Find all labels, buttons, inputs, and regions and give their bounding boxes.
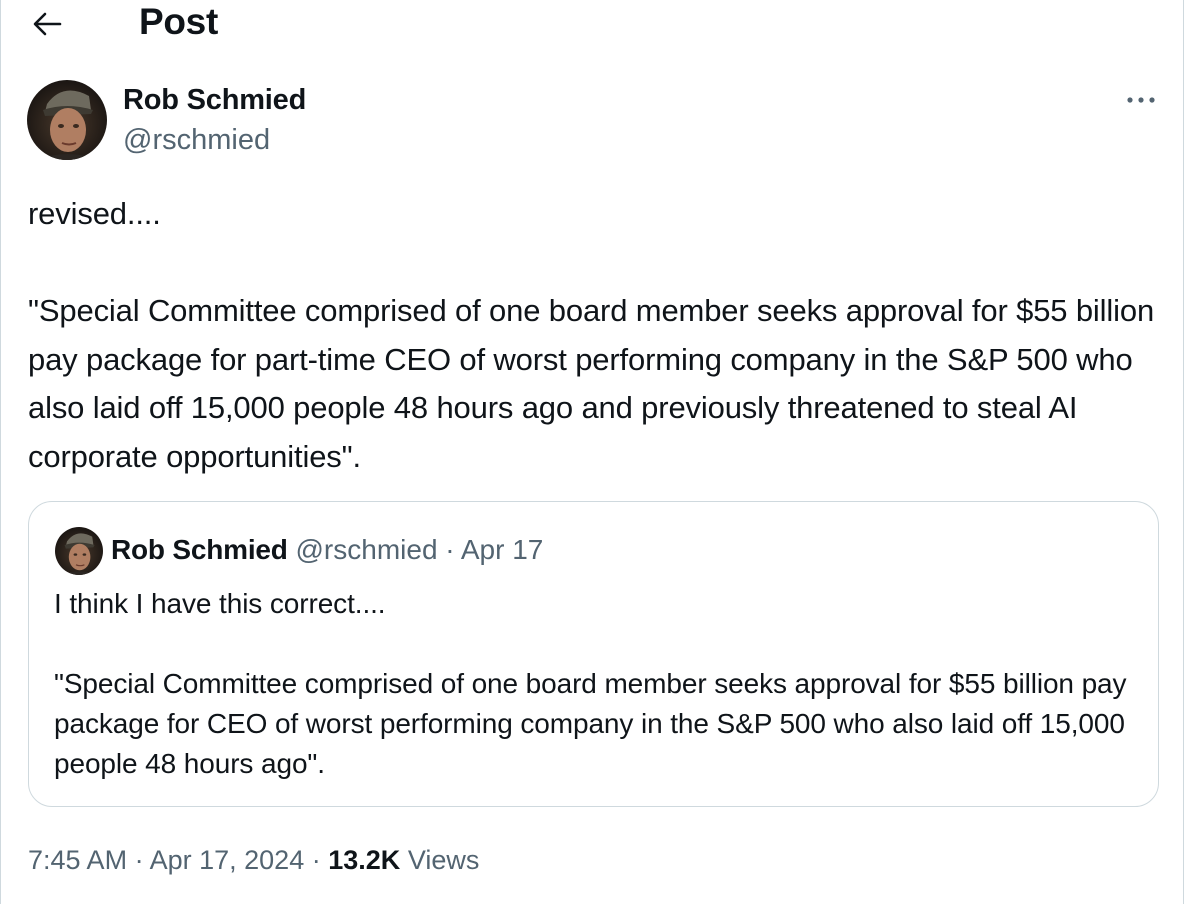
author-name[interactable]: Rob Schmied (123, 82, 306, 118)
views-label: Views (407, 845, 480, 875)
more-options-button[interactable] (1119, 86, 1163, 114)
arrow-left-icon (33, 12, 62, 36)
quoted-author-handle: @rschmied (295, 534, 438, 565)
views-count[interactable]: 13.2K (328, 845, 400, 875)
footer-separator: · (311, 845, 321, 875)
quoted-tweet-header: Rob Schmied @rschmied · Apr 17 (111, 532, 543, 568)
tweet-metadata: 7:45 AM · Apr 17, 2024 · 13.2K Views (28, 840, 479, 880)
quoted-tweet-text: I think I have this correct.... "Special… (54, 588, 1127, 779)
tweet-text: revised.... "Special Committee comprised… (28, 196, 1155, 474)
footer-separator: · (134, 845, 144, 875)
tweet-time[interactable]: 7:45 AM (28, 845, 127, 875)
more-horizontal-icon (1127, 97, 1155, 103)
page-title: Post (139, 1, 218, 42)
post-page: Post Rob Schmied @rschmied revised.... "… (0, 0, 1184, 904)
author-avatar[interactable] (27, 80, 107, 160)
author-handle[interactable]: @rschmied (123, 122, 270, 158)
tweet-date[interactable]: Apr 17, 2024 (150, 845, 305, 875)
quoted-date: Apr 17 (460, 534, 544, 565)
back-button[interactable] (23, 2, 71, 46)
quoted-author-avatar (55, 527, 103, 575)
quoted-author-name: Rob Schmied (111, 534, 288, 565)
quoted-separator: · (445, 534, 455, 565)
quoted-tweet-card[interactable]: Rob Schmied @rschmied · Apr 17 I think I… (28, 501, 1159, 807)
